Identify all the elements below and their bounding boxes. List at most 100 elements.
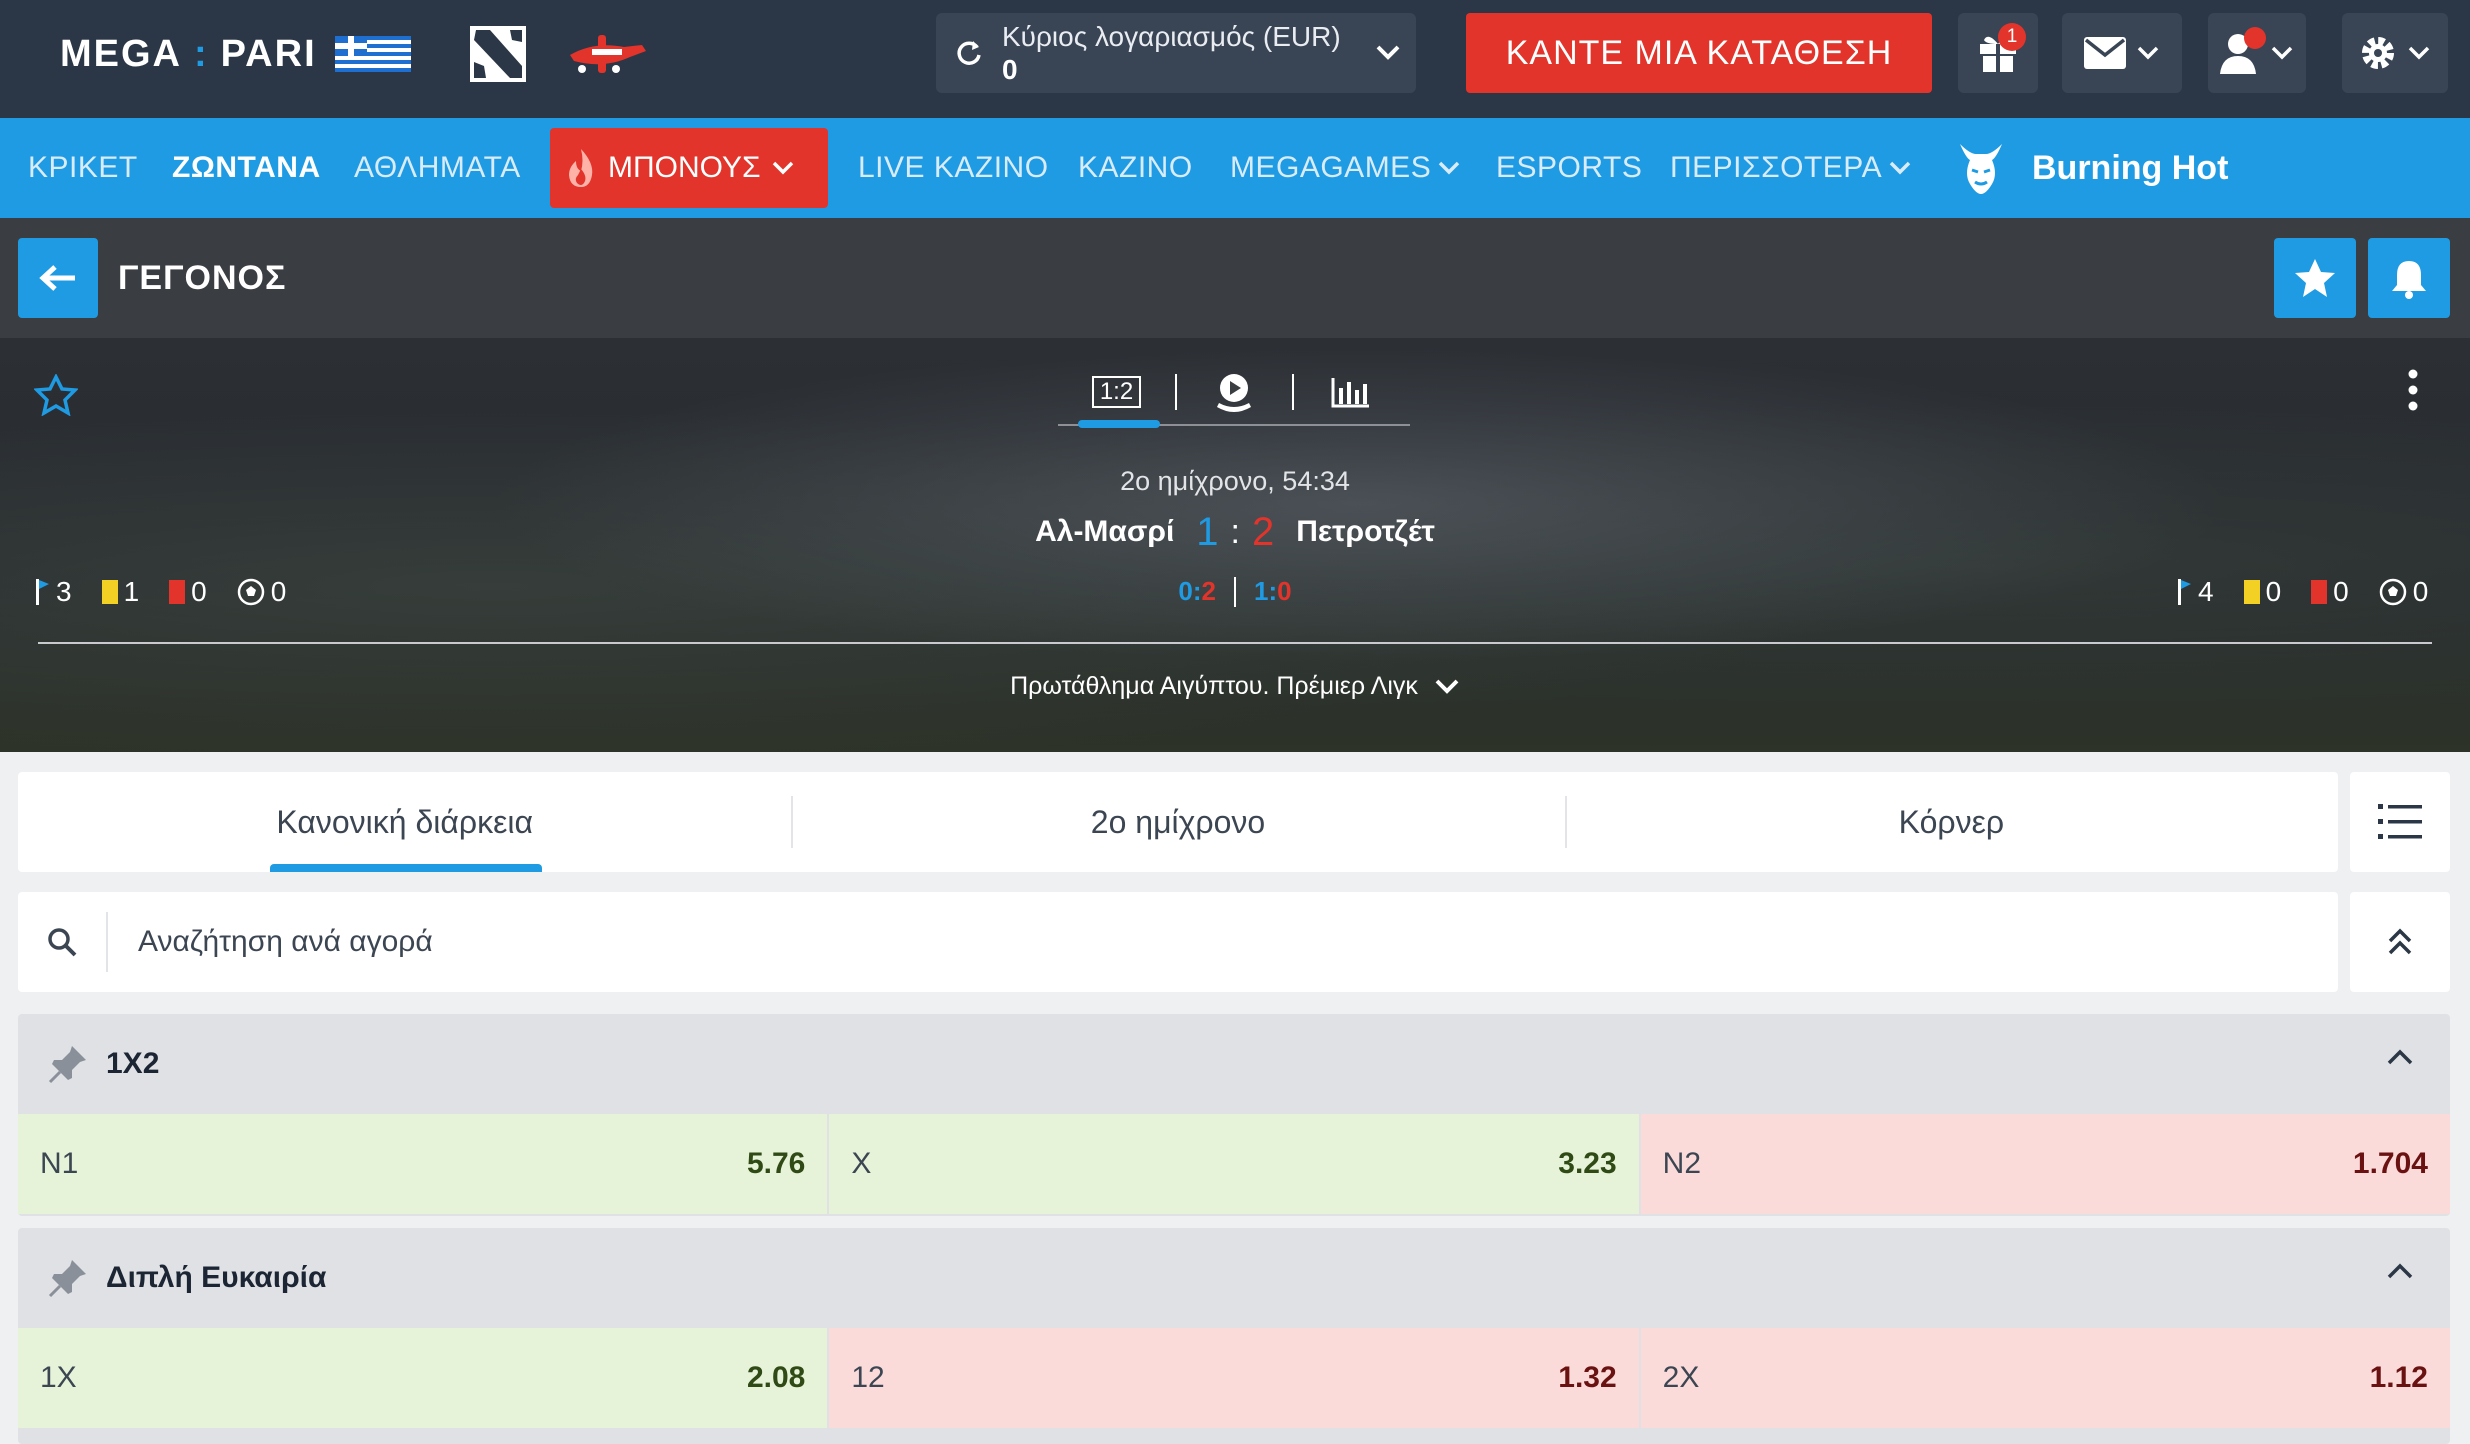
scoreboard-tabs: 1:2 xyxy=(1058,368,1410,416)
refresh-icon[interactable] xyxy=(936,39,1002,67)
odd-button[interactable]: Ν2 1.704 xyxy=(1640,1114,2450,1214)
more-options-icon[interactable] xyxy=(2406,368,2420,417)
account-balance: 0 xyxy=(1002,54,1018,85)
away-team-stats: 4 0 0 0 xyxy=(2178,576,2428,608)
top-header: MEGA: PARI Κύριος λογαριασμός (EUR) 0 ΚΑ… xyxy=(0,0,2470,118)
odd-button[interactable]: 2Χ 1.12 xyxy=(1640,1328,2450,1428)
notifications-button[interactable] xyxy=(2368,238,2450,318)
chevron-up-icon xyxy=(2387,1263,2413,1279)
bell-icon xyxy=(2392,261,2426,299)
gift-button[interactable]: 1 xyxy=(1958,13,2038,93)
gift-count-badge: 1 xyxy=(1998,23,2026,51)
league-name: Πρωτάθλημα Αιγύπτου. Πρέμιερ Λιγκ xyxy=(1010,672,1418,700)
nav-item-live[interactable]: ΖΩΝΤΑΝΑ xyxy=(172,118,321,218)
market-1x2: 1X2 Ν1 5.76 Χ 3.23 Ν2 1.704 xyxy=(18,1014,2450,1216)
odd-button[interactable]: 1Χ 2.08 xyxy=(18,1328,828,1428)
home-score: 1 xyxy=(1196,509,1219,554)
nav-item-megagames[interactable]: MEGAGAMES xyxy=(1230,118,1461,218)
nav-item-megagames-label: MEGAGAMES xyxy=(1230,151,1432,184)
account-label: Κύριος λογαριασμός (EUR) xyxy=(1002,21,1341,52)
teams-score-row: Αλ-Μασρί 1 : 2 Πετροτζέτ xyxy=(0,508,2470,556)
markets-list-button[interactable] xyxy=(2350,772,2450,872)
nav-item-more[interactable]: ΠΕΡΙΣΣΟΤΕΡΑ xyxy=(1670,118,1912,218)
score-separator: : xyxy=(1230,512,1240,551)
period-1-score: 0:2 xyxy=(1178,576,1216,606)
event-header: ΓΕΓΟΝΟΣ xyxy=(0,218,2470,338)
nav-item-bonus[interactable]: ΜΠΟΝΟΥΣ xyxy=(550,128,828,208)
devil-icon xyxy=(1960,144,2002,194)
aviator-plane-icon[interactable] xyxy=(562,22,652,86)
yellow-card-icon xyxy=(2243,580,2260,604)
period-tabs: Κανονική διάρκεια 2ο ημίχρονο Κόρνερ xyxy=(18,772,2338,872)
list-icon xyxy=(2378,804,2422,839)
favorite-button[interactable] xyxy=(2274,238,2356,318)
tab-regular-time[interactable]: Κανονική διάρκεια xyxy=(18,772,791,872)
odds-row: Ν1 5.76 Χ 3.23 Ν2 1.704 xyxy=(18,1114,2450,1214)
logo-text-pari: PARI xyxy=(220,32,317,75)
logo-colon: : xyxy=(194,32,209,75)
home-yellow-cards: 1 xyxy=(101,576,139,608)
greece-flag-icon xyxy=(334,36,411,72)
account-selector[interactable]: Κύριος λογαριασμός (EUR) 0 xyxy=(936,13,1416,93)
chevron-down-icon xyxy=(2271,46,2293,60)
bar-chart-icon xyxy=(1331,378,1369,408)
main-nav: ΚΡΙΚΕΤ ΖΩΝΤΑΝΑ ΑΘΛΗΜΑΤΑ ΜΠΟΝΟΥΣ LIVE ΚΑΖ… xyxy=(0,118,2470,218)
flame-icon xyxy=(569,149,593,187)
home-balls: 0 xyxy=(237,576,286,608)
market-header[interactable]: Διπλή Ευκαιρία xyxy=(18,1228,2450,1328)
nav-item-sports[interactable]: ΑΘΛΗΜΑΤΑ xyxy=(354,118,521,218)
messages-button[interactable] xyxy=(2062,13,2182,93)
scoreboard: 1:2 2ο ημίχρονο, 54:34 Αλ-Μασρί 1 : 2 Πε… xyxy=(0,338,2470,752)
star-outline-icon[interactable] xyxy=(33,373,79,421)
nav-item-more-label: ΠΕΡΙΣΣΟΤΕΡΑ xyxy=(1670,151,1883,184)
odd-button[interactable]: Ν1 5.76 xyxy=(18,1114,828,1214)
league-selector[interactable]: Πρωτάθλημα Αιγύπτου. Πρέμιερ Λιγκ xyxy=(0,672,2470,701)
tab-corners[interactable]: Κόρνερ xyxy=(1564,772,2338,872)
corner-flag-icon xyxy=(2178,579,2191,605)
home-team-name: Αλ-Μασρί xyxy=(1035,515,1175,548)
deposit-button[interactable]: ΚΑΝΤΕ ΜΙΑ ΚΑΤΑΘΕΣΗ xyxy=(1466,13,1932,93)
nav-item-cricket[interactable]: ΚΡΙΚΕΤ xyxy=(28,118,138,218)
tab-statistics[interactable] xyxy=(1292,368,1409,416)
user-menu-button[interactable] xyxy=(2208,13,2306,93)
market-title: Διπλή Ευκαιρία xyxy=(106,1261,327,1294)
search-input[interactable] xyxy=(108,892,2338,992)
nav-item-live-casino[interactable]: LIVE ΚΑΖΙΝΟ xyxy=(858,118,1049,218)
logo-text-mega: MEGA xyxy=(60,32,182,75)
main-score: 1 : 2 xyxy=(1196,510,1274,555)
yellow-card-icon xyxy=(101,580,118,604)
market-header[interactable]: 1X2 xyxy=(18,1014,2450,1114)
double-chevron-up-icon xyxy=(2388,928,2412,955)
nav-item-casino[interactable]: ΚΑΖΙΝΟ xyxy=(1078,118,1193,218)
tab-second-half[interactable]: 2ο ημίχρονο xyxy=(791,772,1564,872)
gear-icon xyxy=(2362,37,2394,69)
away-yellow-cards: 0 xyxy=(2243,576,2281,608)
chevron-down-icon xyxy=(2408,46,2430,60)
mail-icon xyxy=(2084,37,2126,69)
market-title: 1X2 xyxy=(106,1047,160,1080)
chevron-down-icon xyxy=(1438,161,1460,175)
market-search xyxy=(18,892,2338,992)
nav-item-esports[interactable]: ESPORTS xyxy=(1496,118,1642,218)
megapari-logo[interactable]: MEGA: PARI xyxy=(60,30,411,78)
soccer-ball-icon xyxy=(237,578,264,606)
dota-icon[interactable] xyxy=(466,22,530,86)
home-team-stats: 3 1 0 0 xyxy=(36,576,286,608)
match-period-status: 2ο ημίχρονο, 54:34 xyxy=(1120,466,1350,496)
period-2-score: 1:0 xyxy=(1254,576,1292,606)
collapse-all-button[interactable] xyxy=(2350,892,2450,992)
odds-row: 1Χ 2.08 12 1.32 2Χ 1.12 xyxy=(18,1328,2450,1428)
tab-match-tracker[interactable] xyxy=(1175,368,1292,416)
settings-button[interactable] xyxy=(2342,13,2448,93)
odd-button[interactable]: Χ 3.23 xyxy=(829,1114,1639,1214)
search-icon xyxy=(18,926,106,958)
chevron-down-icon xyxy=(1360,44,1416,62)
away-score: 2 xyxy=(1252,509,1275,554)
chevron-down-icon xyxy=(1889,161,1911,175)
away-red-cards: 0 xyxy=(2311,576,2349,608)
back-button[interactable] xyxy=(18,238,98,318)
chevron-up-icon xyxy=(2387,1049,2413,1065)
odd-button[interactable]: 12 1.32 xyxy=(829,1328,1639,1428)
burning-hot-promo[interactable]: Burning Hot xyxy=(1956,118,2228,218)
tab-score[interactable]: 1:2 xyxy=(1058,368,1175,416)
